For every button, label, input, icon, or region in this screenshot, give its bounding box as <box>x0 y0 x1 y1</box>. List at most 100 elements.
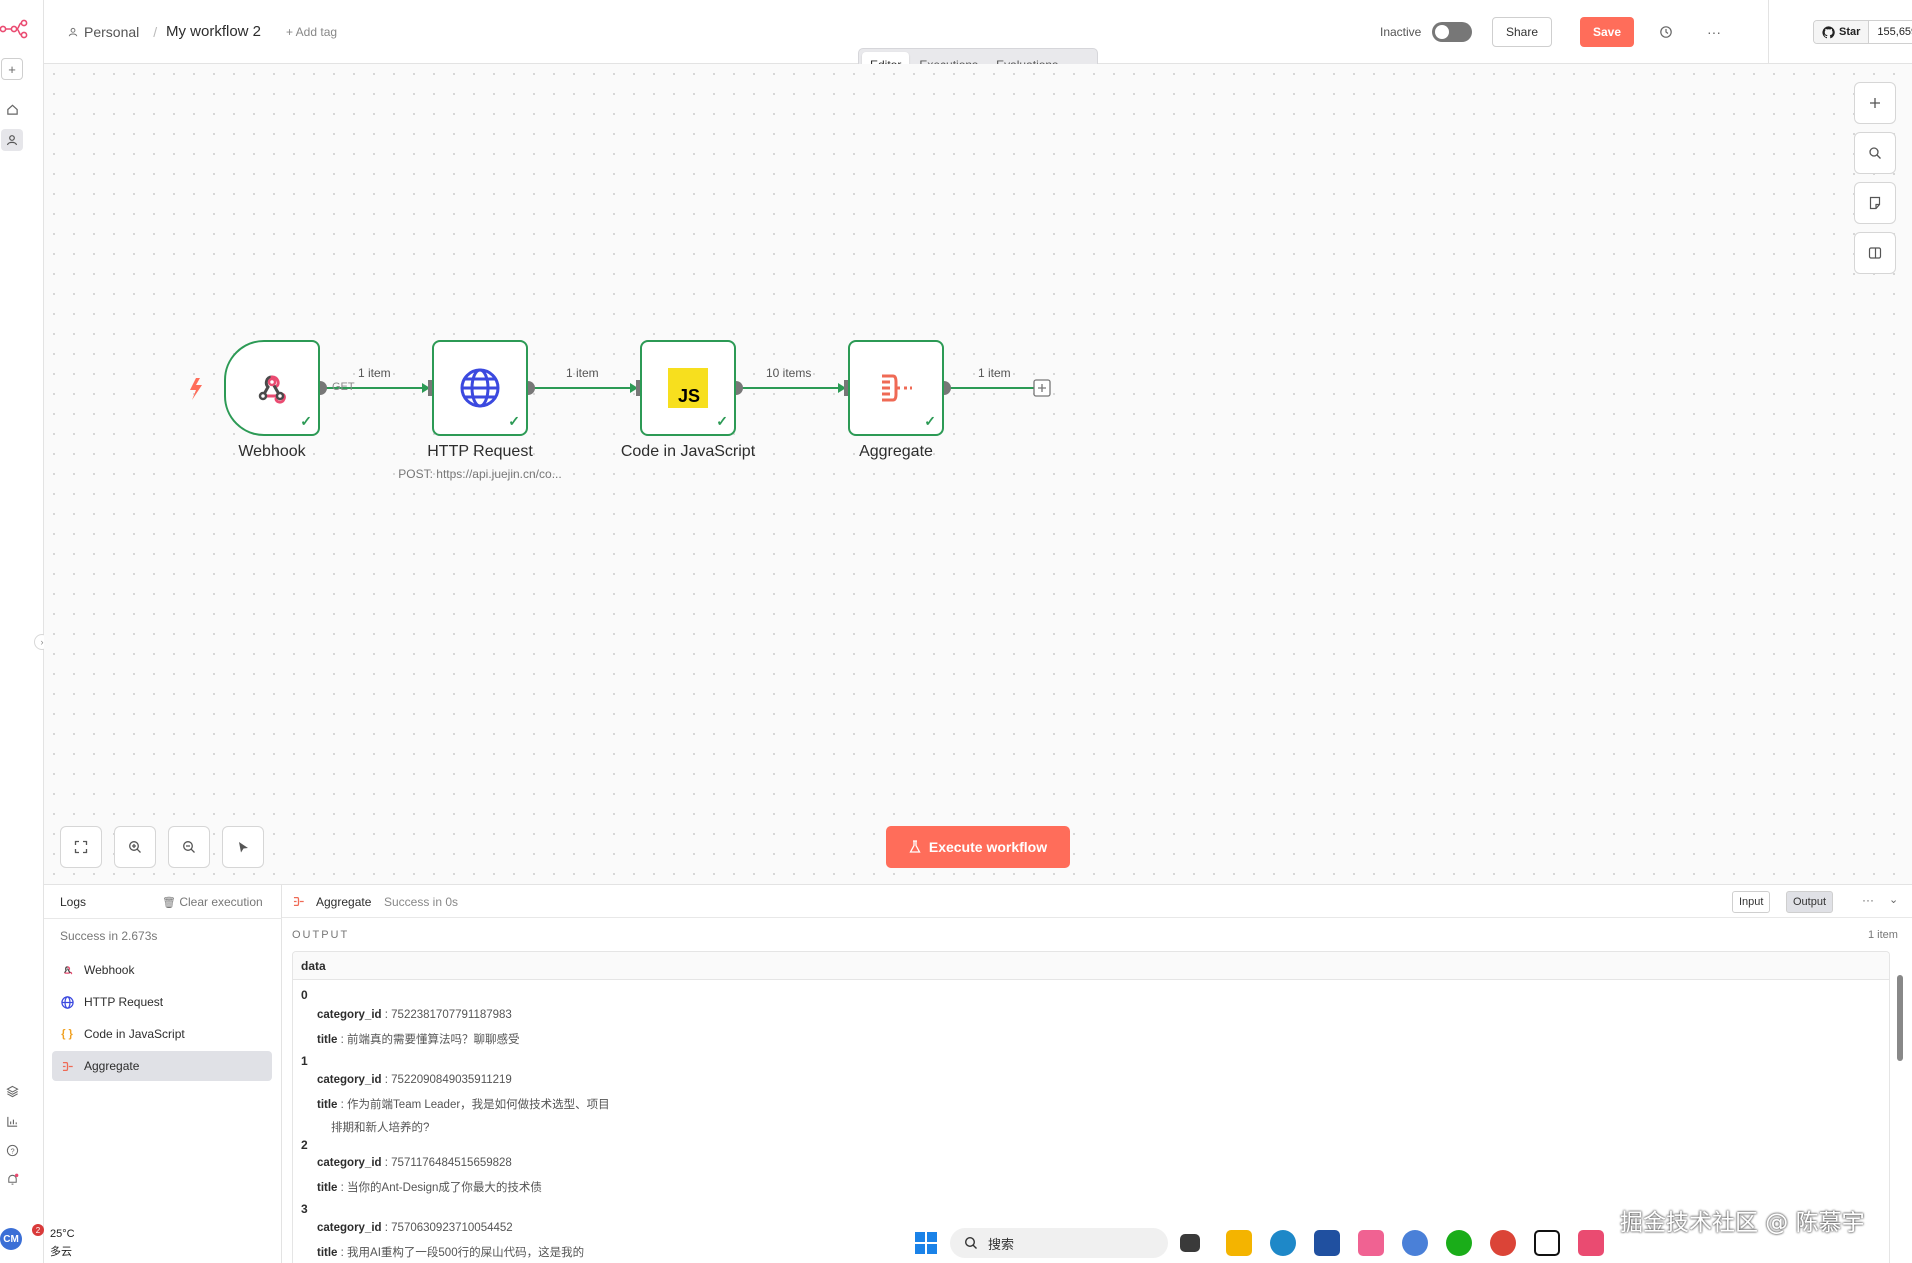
node-aggregate[interactable]: ✓ <box>848 340 944 436</box>
tidy-up-icon[interactable] <box>222 826 264 868</box>
data-field: title : 前端真的需要懂算法吗？聊聊感受 <box>317 1034 520 1046</box>
user-icon <box>68 27 78 37</box>
clear-execution-button[interactable]: 🗑 Clear execution <box>162 895 263 909</box>
github-icon <box>1822 25 1835 38</box>
insights-icon[interactable] <box>1 1110 23 1132</box>
data-field: title : 当你的Ant-Design成了你最大的技术债 <box>317 1182 542 1194</box>
file-explorer-icon[interactable] <box>1226 1230 1252 1256</box>
workflow-canvas[interactable] <box>44 64 1912 884</box>
workflow-name[interactable]: My workflow 2 <box>166 23 261 40</box>
breadcrumb-project[interactable]: Personal <box>84 24 139 40</box>
activation-status-label: Inactive <box>1380 25 1422 39</box>
execute-workflow-button[interactable]: Execute workflow <box>886 826 1070 868</box>
wechat-icon[interactable] <box>1446 1230 1472 1256</box>
output-toggle-button[interactable]: Output <box>1786 891 1834 913</box>
app-window: + › ? Personal / My workflow 2 + Add tag… <box>0 0 1912 1263</box>
log-item-aggregate[interactable]: Aggregate <box>52 1051 272 1081</box>
share-button[interactable]: Share <box>1492 17 1552 47</box>
add-node-icon[interactable] <box>1854 82 1896 124</box>
node-label: Webhook <box>238 443 306 460</box>
input-toggle-button[interactable]: Input <box>1732 891 1771 913</box>
edge-browser-icon[interactable] <box>1270 1230 1296 1256</box>
log-item-code[interactable]: { } Code in JavaScript <box>52 1019 272 1049</box>
node-code-javascript[interactable]: JS ✓ <box>640 340 736 436</box>
logs-sidebar: Logs 🗑 Clear execution Success in 2.673s… <box>44 885 282 1263</box>
array-index: 2 <box>301 1138 308 1152</box>
task-view-icon[interactable] <box>1180 1234 1200 1252</box>
save-button[interactable]: Save <box>1580 17 1634 47</box>
connection-label: 10 items <box>766 366 812 380</box>
node-http-request[interactable]: ✓ <box>432 340 528 436</box>
notion-icon[interactable] <box>1534 1230 1560 1256</box>
chrome-icon[interactable] <box>1490 1230 1516 1256</box>
left-sidebar: + › ? <box>0 0 50 1263</box>
aggregate-icon <box>882 374 912 402</box>
data-field: category_id : 7571176484515659828 <box>317 1157 512 1169</box>
success-check-icon: ✓ <box>508 413 520 429</box>
zoom-out-icon[interactable] <box>168 826 210 868</box>
n8n-logo-icon[interactable] <box>0 18 28 40</box>
flask-icon <box>909 840 921 853</box>
array-index: 1 <box>301 1054 308 1068</box>
log-item-label: HTTP Request <box>84 995 164 1009</box>
create-icon[interactable]: + <box>1 58 23 80</box>
weather-temperature: 25°C <box>50 1228 75 1240</box>
search-icon[interactable] <box>1854 132 1896 174</box>
github-star-count: 155,659 <box>1869 21 1912 43</box>
home-icon[interactable] <box>1 98 23 120</box>
github-star-button[interactable]: Star 155,659 <box>1813 20 1912 44</box>
output-panel-header: Aggregate Success in 0s Input Output ···… <box>282 885 1912 918</box>
github-star-label: Star <box>1839 26 1861 38</box>
globe-icon <box>60 995 74 1009</box>
personal-icon[interactable] <box>1 129 23 151</box>
log-item-label: Webhook <box>84 963 135 977</box>
node-webhook[interactable]: ✓ <box>224 340 320 436</box>
templates-icon[interactable] <box>1 1080 23 1102</box>
chevron-down-icon[interactable]: ⌄ <box>1889 893 1898 906</box>
success-check-icon: ✓ <box>300 413 312 429</box>
breadcrumb-separator: / <box>153 24 158 40</box>
svg-text:?: ? <box>10 1146 14 1155</box>
zoom-in-icon[interactable] <box>114 826 156 868</box>
selected-node-name: Aggregate <box>316 895 372 909</box>
taskbar-search[interactable]: 搜索 <box>950 1228 1168 1258</box>
more-options-icon[interactable]: ··· <box>1702 20 1726 44</box>
output-items-count: 1 item <box>1868 929 1898 941</box>
sticky-note-icon[interactable] <box>1854 182 1896 224</box>
output-scrollbar[interactable] <box>1897 975 1903 1061</box>
help-icon[interactable]: ? <box>1 1139 23 1161</box>
connection-label: 1 item <box>566 366 599 380</box>
app-icon[interactable] <box>1578 1230 1604 1256</box>
breadcrumb[interactable]: Personal / <box>68 24 165 40</box>
bilibili-icon[interactable] <box>1358 1230 1384 1256</box>
toggle-panel-icon[interactable] <box>1854 232 1896 274</box>
app-icon[interactable] <box>1402 1230 1428 1256</box>
data-field: title : 作为前端Team Leader，我是如何做技术选型、项目 排期和新… <box>317 1099 610 1134</box>
output-section-label: OUTPUT <box>292 929 350 941</box>
success-check-icon: ✓ <box>716 413 728 429</box>
node-label: HTTP Request <box>427 443 533 460</box>
add-tag-button[interactable]: + Add tag <box>286 25 337 39</box>
avatar: CM <box>0 1228 22 1250</box>
log-item-webhook[interactable]: Webhook <box>52 955 272 985</box>
webhook-icon <box>60 963 74 977</box>
more-options-icon[interactable]: ··· <box>1862 893 1874 907</box>
notifications-icon[interactable] <box>1 1168 23 1190</box>
webhook-icon <box>258 375 286 404</box>
weather-widget[interactable]: CM 2 25°C 多云 <box>0 1224 80 1260</box>
log-item-label: Aggregate <box>84 1059 140 1073</box>
array-index: 0 <box>301 988 308 1002</box>
watermark: 掘金技术社区 @ 陈慕宇 <box>1620 1210 1865 1236</box>
log-item-http-request[interactable]: HTTP Request <box>52 987 272 1017</box>
root-key: data <box>293 952 1889 980</box>
store-icon[interactable] <box>1314 1230 1340 1256</box>
selected-node-status: Success in 0s <box>384 895 459 909</box>
windows-start-icon[interactable] <box>914 1231 938 1260</box>
activate-toggle[interactable] <box>1432 22 1472 42</box>
clear-execution-label: Clear execution <box>179 895 263 909</box>
javascript-icon: JS <box>668 368 708 408</box>
svg-text:JS: JS <box>678 386 700 406</box>
fit-view-icon[interactable] <box>60 826 102 868</box>
history-icon[interactable] <box>1656 22 1676 42</box>
logs-title: Logs <box>60 895 87 909</box>
